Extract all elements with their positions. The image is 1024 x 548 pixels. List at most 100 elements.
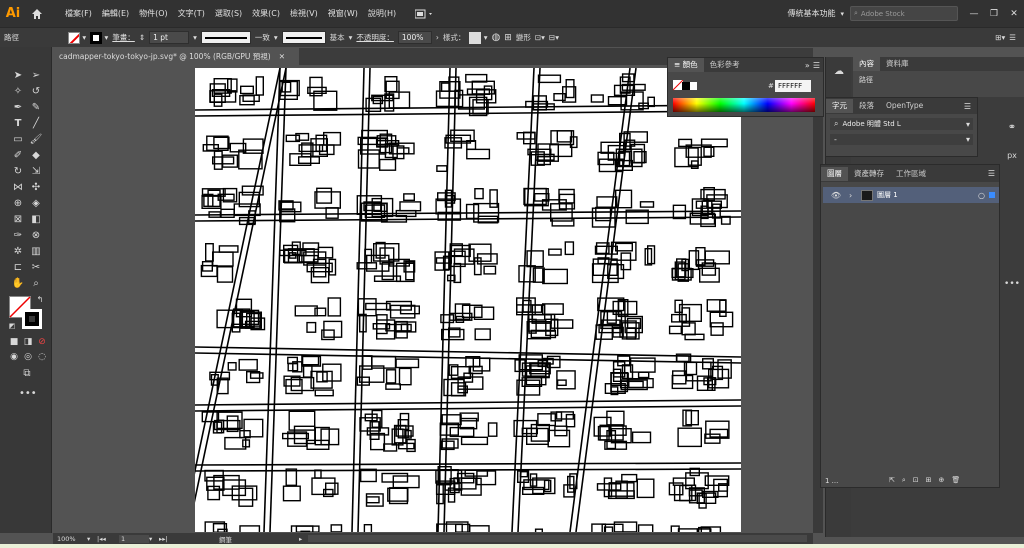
menu-edit[interactable]: 編輯(E) <box>97 8 134 19</box>
hex-input[interactable]: FFFFFF <box>775 80 811 92</box>
transform-label[interactable]: 變形 <box>516 32 531 43</box>
layer-name[interactable]: 圖層 1 <box>877 190 898 200</box>
menu-window[interactable]: 視窗(W) <box>323 8 363 19</box>
rotate-tool-icon[interactable]: ↻ <box>10 165 26 179</box>
default-colors-icon[interactable]: ◩ <box>4 319 20 333</box>
chevron-down-icon[interactable]: ▾ <box>966 135 970 144</box>
artboard-next-icon[interactable]: ▸▸| <box>159 535 179 543</box>
tab-asset-export[interactable]: 資產轉存 <box>848 167 890 181</box>
zoom-tool-icon[interactable]: ⌕ <box>28 277 44 291</box>
fill-stroke-mini-icon[interactable] <box>672 79 697 92</box>
opacity-input[interactable]: 100% <box>397 31 432 44</box>
arrange-icon[interactable]: ⊟▾ <box>549 33 559 42</box>
close-icon[interactable]: ✕ <box>279 52 285 61</box>
shape-builder-icon[interactable]: ⊕ <box>10 197 26 211</box>
line-tool-icon[interactable]: ╱ <box>28 117 44 131</box>
type-tool-icon[interactable]: T <box>10 117 26 131</box>
opacity-label[interactable]: 不透明度： <box>356 32 394 43</box>
recolor-icon[interactable]: ◍ <box>492 32 501 43</box>
gradient-tool-icon[interactable]: ◧ <box>28 213 44 227</box>
chevron-down-icon[interactable]: ▾ <box>274 33 278 42</box>
magic-wand-icon[interactable]: ✧ <box>10 85 26 99</box>
fill-swatch[interactable]: ▾ <box>68 31 86 44</box>
tab-color[interactable]: ≡ 顏色 <box>668 58 704 72</box>
panel-menu-icon[interactable]: ☰ <box>988 169 995 178</box>
swap-colors-icon[interactable]: ↰ <box>32 293 48 307</box>
tab-properties[interactable]: 內容 <box>853 57 880 71</box>
align-icon[interactable]: ⊞ <box>504 33 512 43</box>
expand-chevron-icon[interactable]: › <box>849 191 861 200</box>
stock-search-input[interactable]: ⌕ Adobe Stock <box>850 6 958 21</box>
chevron-right-icon[interactable]: ▸ <box>299 535 302 543</box>
menu-object[interactable]: 物件(O) <box>134 8 173 19</box>
visibility-eye-icon[interactable]: 👁 <box>823 191 849 200</box>
chevron-down-icon[interactable]: ▾ <box>840 10 844 18</box>
chevron-down-icon[interactable]: ▾ <box>87 535 97 543</box>
close-button[interactable]: ✕ <box>1004 9 1024 19</box>
eyedropper-icon[interactable]: ✑ <box>10 229 26 243</box>
new-sublayer-icon[interactable]: ⊞ <box>926 476 932 485</box>
tab-artboards[interactable]: 工作區域 <box>890 167 932 181</box>
menu-view[interactable]: 檢視(V) <box>285 8 323 19</box>
artboard[interactable] <box>195 68 741 532</box>
artboard-number[interactable]: 1 <box>119 534 149 543</box>
screen-mode-icon[interactable]: ⧉ <box>19 367 35 381</box>
libraries-icon[interactable]: ☁ <box>831 65 847 79</box>
document-tab[interactable]: cadmapper-tokyo-tokyo-jp.svg* @ 100% (RG… <box>53 48 299 65</box>
lasso-icon[interactable]: ↺ <box>28 85 44 99</box>
chevron-down-icon[interactable]: ▾ <box>966 120 970 129</box>
tab-color-guide[interactable]: 色彩參考 <box>704 58 746 72</box>
selection-tool-icon[interactable]: ➤ <box>10 69 26 83</box>
font-family-select[interactable]: ⌕ Adobe 明體 Std L ▾ <box>830 118 973 130</box>
chevron-down-icon[interactable]: ▾ <box>193 33 197 42</box>
eraser-icon[interactable]: ◆ <box>28 149 44 163</box>
menu-type[interactable]: 文字(T) <box>173 8 210 19</box>
home-icon[interactable] <box>26 0 48 27</box>
layer-row[interactable]: 👁 › 圖層 1 ○ <box>823 187 999 203</box>
menu-file[interactable]: 檔案(F) <box>60 8 97 19</box>
style-swatch[interactable]: ▾ <box>469 31 488 44</box>
stroke-weight-input[interactable]: 1 pt <box>149 31 190 44</box>
city-map-drawing[interactable] <box>195 68 741 532</box>
arrange-documents-icon[interactable] <box>415 9 435 19</box>
isolate-icon[interactable]: ⊡▾ <box>535 33 545 42</box>
tab-layers[interactable]: 圖層 <box>821 166 848 181</box>
symbol-sprayer-icon[interactable]: ✲ <box>10 245 26 259</box>
tab-paragraph[interactable]: 段落 <box>853 99 880 113</box>
edit-toolbar-icon[interactable]: ••• <box>19 387 37 401</box>
width-tool-icon[interactable]: ⋈ <box>10 181 26 195</box>
chevron-down-icon[interactable]: ▾ <box>349 33 353 42</box>
stroke-color-swatch[interactable] <box>22 309 42 329</box>
brush-definition[interactable] <box>281 31 326 44</box>
tab-character[interactable]: 字元 <box>826 99 853 113</box>
stroke-label[interactable]: 筆畫： <box>112 32 135 43</box>
panel-menu-icon[interactable]: ☰ <box>813 61 820 70</box>
variable-width-profile[interactable] <box>200 31 251 44</box>
restore-button[interactable]: ❐ <box>984 9 1004 19</box>
panel-menu-icon[interactable]: ☰ <box>1009 33 1016 42</box>
tab-libraries[interactable]: 資料庫 <box>880 57 915 71</box>
direct-selection-tool-icon[interactable]: ➢ <box>28 69 44 83</box>
hand-tool-icon[interactable]: ✋ <box>10 277 26 291</box>
zoom-level[interactable]: 100% <box>53 535 87 543</box>
paintbrush-icon[interactable]: 🖌 <box>28 133 44 147</box>
artboard-tool-icon[interactable]: ⊏ <box>10 261 26 275</box>
artboard-prev-icon[interactable]: |◂◂ <box>97 535 111 543</box>
clipping-mask-icon[interactable]: ⊡ <box>913 476 919 485</box>
panel-menu-icon[interactable]: ☰ <box>964 102 971 111</box>
stroke-swatch[interactable]: ▾ <box>90 31 108 44</box>
chevron-right-icon[interactable]: › <box>436 33 439 42</box>
perspective-grid-icon[interactable]: ⊠ <box>10 213 26 227</box>
target-icon[interactable]: ○ <box>978 191 985 200</box>
puppet-warp-icon[interactable]: ✣ <box>28 181 44 195</box>
curvature-tool-icon[interactable]: ✎ <box>28 101 44 115</box>
selection-indicator-icon[interactable] <box>989 192 995 198</box>
live-paint-icon[interactable]: ◈ <box>28 197 44 211</box>
minimize-button[interactable]: — <box>964 9 984 19</box>
scale-tool-icon[interactable]: ⇲ <box>28 165 44 179</box>
blend-tool-icon[interactable]: ⊗ <box>28 229 44 243</box>
slice-tool-icon[interactable]: ✂ <box>28 261 44 275</box>
horizontal-scrollbar[interactable] <box>308 535 807 542</box>
stroke-stepper-icon[interactable]: ⇕ <box>139 33 145 42</box>
shaper-tool-icon[interactable]: ✐ <box>10 149 26 163</box>
